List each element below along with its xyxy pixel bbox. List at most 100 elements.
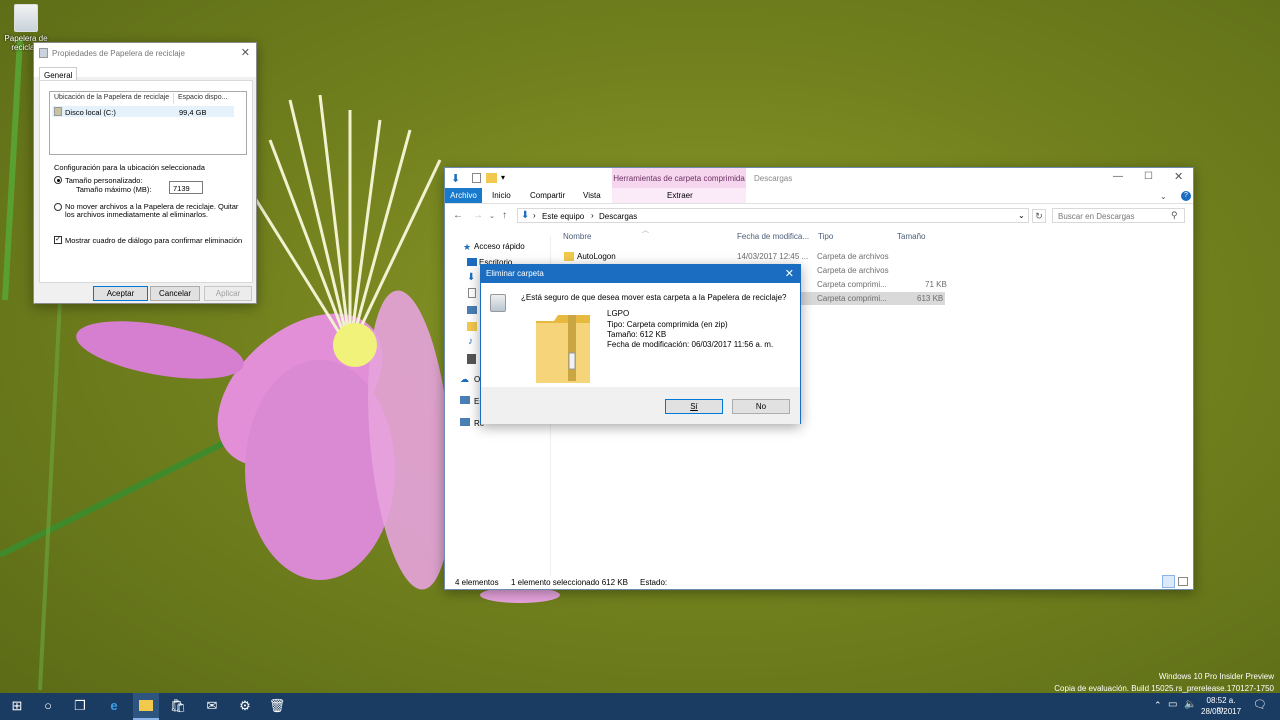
cortana-icon[interactable]: ○: [39, 697, 57, 715]
maximize-icon[interactable]: ☐: [1144, 171, 1153, 182]
downloads-folder-icon: ⬇: [521, 210, 530, 221]
file-explorer-taskbar-icon[interactable]: [133, 693, 159, 720]
search-input[interactable]: Buscar en Descargas: [1052, 208, 1185, 223]
network-icon[interactable]: ▭: [1168, 699, 1177, 710]
file-type: Carpeta comprimi...: [817, 280, 887, 289]
tab-archivo[interactable]: Archivo: [445, 188, 482, 203]
column-name[interactable]: Nombre: [563, 232, 591, 241]
drive-space: 99,4 GB: [179, 108, 207, 117]
yes-button[interactable]: Sí: [665, 399, 723, 414]
column-size[interactable]: Tamaño: [897, 232, 925, 241]
videos-icon: [467, 354, 476, 364]
drive-name: Disco local (C:): [65, 108, 116, 117]
delete-question: ¿Está seguro de que desea mover esta car…: [521, 293, 787, 302]
column-type[interactable]: Tipo: [818, 232, 833, 241]
group-label: Configuración para la ubicación seleccio…: [53, 163, 206, 172]
close-icon[interactable]: ✕: [241, 46, 250, 59]
column-space[interactable]: Espacio dispo...: [178, 94, 227, 101]
recycle-bin-taskbar-icon[interactable]: 🗑: [268, 697, 286, 715]
documents-icon: [468, 288, 476, 298]
breadcrumb-descargas[interactable]: Descargas: [599, 212, 637, 221]
breadcrumb-sep-icon: ›: [591, 211, 594, 220]
details-view-icon[interactable]: [1162, 575, 1175, 588]
file-size: Tamaño: 612 KB: [607, 330, 667, 339]
properties-panel: Ubicación de la Papelera de reciclaje Es…: [39, 80, 253, 283]
no-button[interactable]: No: [732, 399, 790, 414]
tab-vista[interactable]: Vista: [577, 188, 607, 203]
desktop-icon: [467, 258, 477, 266]
quick-access-toolbar: ⬇ ▾: [445, 168, 1193, 188]
mail-icon[interactable]: ✉: [203, 697, 221, 715]
action-center-icon[interactable]: 🗨: [1253, 698, 1267, 711]
status-item-count: 4 elementos: [455, 578, 499, 587]
pictures-icon: [467, 306, 477, 314]
tab-general[interactable]: General: [39, 67, 78, 81]
file-name: AutoLogon: [577, 252, 616, 261]
taskbar: ⊞ ○ ❐ e 🛍 ✉ ⚙ 🗑 ⌃ ▭ 🔈 08:52 a. m. 28/03/…: [0, 693, 1280, 720]
breadcrumb-este-equipo[interactable]: Este equipo: [542, 212, 584, 221]
custom-size-label: Tamaño personalizado:: [65, 176, 143, 185]
search-icon[interactable]: ⚲: [1171, 210, 1178, 221]
edge-icon[interactable]: e: [105, 697, 123, 715]
close-icon[interactable]: ✕: [785, 265, 794, 283]
confirm-checkbox[interactable]: ✓: [54, 236, 62, 244]
up-arrow-icon[interactable]: ↑: [502, 210, 507, 221]
sort-indicator-icon: ︿: [642, 227, 649, 234]
radio-no-move[interactable]: [54, 203, 62, 211]
drive-icon: [54, 107, 62, 116]
recycle-bin-small-icon: [39, 48, 48, 58]
new-folder-icon[interactable]: [486, 173, 497, 183]
large-icons-view-icon[interactable]: [1178, 577, 1188, 586]
cancel-button[interactable]: Cancelar: [150, 286, 200, 301]
qat-dropdown-icon[interactable]: ▾: [501, 173, 505, 182]
minimize-icon[interactable]: —: [1113, 171, 1123, 182]
tab-inicio[interactable]: Inicio: [486, 188, 517, 203]
delete-folder-dialog: Eliminar carpeta ✕ ¿Está seguro de que d…: [480, 264, 801, 424]
properties-icon[interactable]: [472, 173, 481, 183]
confirm-label: Mostrar cuadro de diálogo para confirmar…: [65, 236, 243, 245]
file-name: LGPO: [607, 309, 630, 318]
status-selection: 1 elemento seleccionado 612 KB: [511, 578, 628, 587]
ribbon-expand-icon[interactable]: ⌄: [1160, 192, 1167, 201]
nav-quick-access[interactable]: Acceso rápido: [474, 242, 525, 251]
store-icon[interactable]: 🛍: [169, 697, 187, 715]
recent-dropdown-icon[interactable]: ⌄: [489, 212, 495, 220]
file-type: Carpeta de archivos: [817, 252, 889, 261]
settings-gear-icon[interactable]: ⚙: [236, 697, 254, 715]
file-date: 14/03/2017 12:45 ...: [737, 252, 809, 261]
delete-dialog-footer: Sí No: [481, 387, 800, 424]
download-arrow-icon: ⬇: [451, 173, 461, 185]
tab-extraer[interactable]: Extraer: [661, 188, 699, 203]
folder-icon: [564, 252, 574, 261]
tab-compartir[interactable]: Compartir: [524, 188, 571, 203]
help-icon[interactable]: ?: [1181, 191, 1191, 201]
ok-button[interactable]: Aceptar: [93, 286, 148, 301]
location-list[interactable]: Ubicación de la Papelera de reciclaje Es…: [49, 91, 247, 155]
file-type: Carpeta de archivos: [817, 266, 889, 275]
column-date[interactable]: Fecha de modifica...: [737, 232, 809, 241]
start-windows-icon[interactable]: ⊞: [8, 697, 26, 715]
refresh-icon[interactable]: ↻: [1032, 209, 1046, 223]
watermark-line2: Copia de evaluación. Build 15025.rs_prer…: [1054, 684, 1274, 693]
music-icon: ♪: [468, 336, 473, 347]
star-icon: ★: [463, 242, 472, 252]
radio-custom-size[interactable]: [54, 176, 62, 184]
recycle-bin-properties-window: Propiedades de Papelera de reciclaje ✕ G…: [33, 42, 257, 304]
task-view-icon[interactable]: ❐: [71, 697, 89, 715]
back-arrow-icon[interactable]: ←: [453, 210, 463, 221]
apply-button[interactable]: Aplicar: [204, 286, 252, 301]
max-size-input[interactable]: 7139: [169, 181, 203, 194]
volume-icon[interactable]: 🔈: [1184, 699, 1196, 710]
table-row[interactable]: AutoLogon 14/03/2017 12:45 ... Carpeta d…: [561, 250, 945, 263]
clock-date[interactable]: 28/03/2017: [1201, 707, 1241, 716]
downloads-nav-icon: ⬇: [467, 272, 476, 283]
address-bar[interactable]: ⬇ › Este equipo › Descargas ⌄: [517, 208, 1029, 223]
address-dropdown-icon[interactable]: ⌄: [1018, 211, 1025, 220]
max-size-label: Tamaño máximo (MB):: [76, 185, 152, 194]
chevron-up-icon[interactable]: ⌃: [1154, 700, 1162, 711]
list-item-drive[interactable]: Disco local (C:) 99,4 GB: [52, 106, 234, 117]
forward-arrow-icon[interactable]: →: [473, 210, 483, 221]
column-location[interactable]: Ubicación de la Papelera de reciclaje: [54, 94, 169, 101]
close-icon[interactable]: ✕: [1174, 170, 1183, 183]
delete-dialog-titlebar: Eliminar carpeta ✕: [481, 265, 800, 283]
